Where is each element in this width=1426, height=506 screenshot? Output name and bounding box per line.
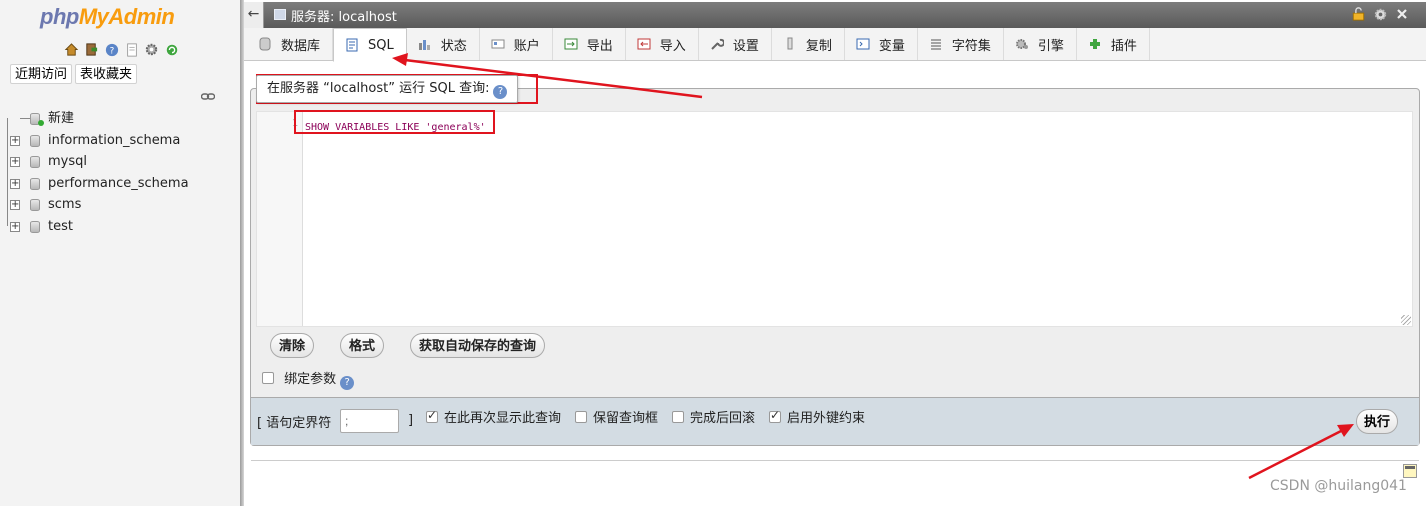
show-query-again-checkbox[interactable] <box>426 408 438 423</box>
server-breadcrumb-bar: ← 服务器: localhost <box>244 2 1426 28</box>
sql-editor[interactable]: 1 <box>256 111 1413 327</box>
sql-query-input[interactable] <box>305 117 1405 137</box>
database-tree: 新建 + information_schema + mysql + perfor… <box>8 108 189 237</box>
tab-plugins[interactable]: 插件 <box>1077 28 1150 60</box>
navigation-panel: phpMyAdmin ? 近期访问 表收藏夹 新建 + information_… <box>0 0 240 506</box>
rollback-option: 完成后回滚 <box>672 407 755 426</box>
tab-export[interactable]: 导出 <box>553 28 626 60</box>
export-icon <box>563 36 579 52</box>
nav-icon-bar: ? <box>63 41 180 58</box>
collapse-nav-button[interactable]: ← <box>244 2 264 28</box>
server-breadcrumb[interactable]: 服务器: localhost <box>291 6 397 25</box>
close-icon[interactable] <box>1394 6 1410 22</box>
database-icon <box>257 36 273 52</box>
retain-query-box-checkbox[interactable] <box>575 410 587 423</box>
database-icon <box>30 177 40 190</box>
settings-icon[interactable] <box>143 41 160 58</box>
tab-databases[interactable]: 数据库 <box>247 28 334 60</box>
clear-button[interactable]: 清除 <box>270 333 315 358</box>
tab-replication[interactable]: 复制 <box>772 28 845 60</box>
delimiter-input[interactable] <box>340 409 399 433</box>
phpmyadmin-logo[interactable]: phpMyAdmin <box>40 4 175 30</box>
plugin-icon <box>1087 36 1103 52</box>
variables-icon <box>855 36 871 52</box>
delimiter-label: [ 语句定界符 <box>257 416 332 431</box>
foreign-key-checks-checkbox[interactable] <box>769 408 781 423</box>
wrench-icon <box>709 36 725 52</box>
tab-variables[interactable]: 变量 <box>845 28 918 60</box>
import-icon <box>636 36 652 52</box>
get-autosaved-query-button[interactable]: 获取自动保存的查询 <box>410 333 546 358</box>
reload-icon[interactable] <box>163 41 180 58</box>
divider <box>251 460 1419 461</box>
status-icon <box>417 36 433 52</box>
database-icon <box>30 220 40 233</box>
tree-item-information-schema[interactable]: + information_schema <box>8 130 189 152</box>
server-icon <box>274 9 286 20</box>
line-number-gutter: 1 <box>257 112 303 326</box>
tab-status[interactable]: 状态 <box>407 28 480 60</box>
expand-icon[interactable]: + <box>10 178 20 189</box>
tab-settings[interactable]: 设置 <box>699 28 772 60</box>
nav-resize-handle[interactable] <box>240 0 244 506</box>
sql-query-legend: 在服务器 “localhost” 运行 SQL 查询:? <box>256 75 519 103</box>
database-icon <box>30 134 40 147</box>
tab-sql[interactable]: SQL <box>333 28 407 62</box>
charset-icon <box>928 36 944 52</box>
engine-icon <box>1014 36 1030 52</box>
show-query-again-option: 在此再次显示此查询 <box>426 407 561 426</box>
tab-charsets[interactable]: 字符集 <box>918 28 1004 60</box>
database-icon <box>30 199 40 211</box>
tree-item-performance-schema[interactable]: + performance_schema <box>8 173 189 195</box>
tree-item-new[interactable]: 新建 <box>8 108 189 130</box>
foreign-key-checks-option: 启用外键约束 <box>769 407 865 426</box>
help-icon[interactable]: ? <box>493 85 508 99</box>
lock-icon[interactable] <box>1350 6 1366 22</box>
tree-item-mysql[interactable]: + mysql <box>8 151 189 173</box>
link-with-main-icon[interactable] <box>200 90 217 100</box>
sql-icon <box>344 37 360 53</box>
go-button[interactable]: 执行 <box>1356 409 1399 434</box>
delimiter-bracket: ] <box>408 413 414 428</box>
watermark: CSDN @huilang041 <box>1270 478 1407 494</box>
bind-parameters-checkbox[interactable] <box>262 372 274 384</box>
tab-accounts[interactable]: 账户 <box>480 28 553 60</box>
favorite-tables-button[interactable]: 表收藏夹 <box>75 64 138 84</box>
expand-icon[interactable]: + <box>10 221 20 232</box>
expand-icon[interactable]: + <box>10 135 20 146</box>
help-icon[interactable]: ? <box>103 41 120 58</box>
console-icon[interactable] <box>1403 464 1417 478</box>
recent-tables-button[interactable]: 近期访问 <box>10 64 73 84</box>
server-tabs: 数据库 SQL 状态 账户 导出 导入 设置 复制 变量 字符集 引擎 插件 <box>244 28 1426 62</box>
svg-text:?: ? <box>109 46 114 56</box>
format-button[interactable]: 格式 <box>340 333 385 358</box>
docs-icon[interactable] <box>123 41 140 58</box>
expand-icon[interactable]: + <box>10 200 20 210</box>
editor-resize-handle[interactable] <box>1401 315 1411 325</box>
retain-query-box-option: 保留查询框 <box>575 407 658 426</box>
exit-icon[interactable] <box>83 41 100 58</box>
expand-icon[interactable]: + <box>10 157 20 167</box>
tree-item-scms[interactable]: + scms <box>8 194 189 216</box>
tree-item-test[interactable]: + test <box>8 216 189 238</box>
bind-parameters-option: 绑定参数? <box>262 368 355 390</box>
database-icon <box>30 156 40 168</box>
tab-engines[interactable]: 引擎 <box>1004 28 1077 60</box>
help-icon[interactable]: ? <box>340 376 355 390</box>
replication-icon <box>782 36 798 52</box>
accounts-icon <box>490 36 506 52</box>
tab-import[interactable]: 导入 <box>626 28 699 60</box>
rollback-checkbox[interactable] <box>672 410 684 423</box>
gear-icon[interactable] <box>1372 6 1388 22</box>
home-icon[interactable] <box>63 41 80 58</box>
topbar-icons <box>1350 6 1410 22</box>
